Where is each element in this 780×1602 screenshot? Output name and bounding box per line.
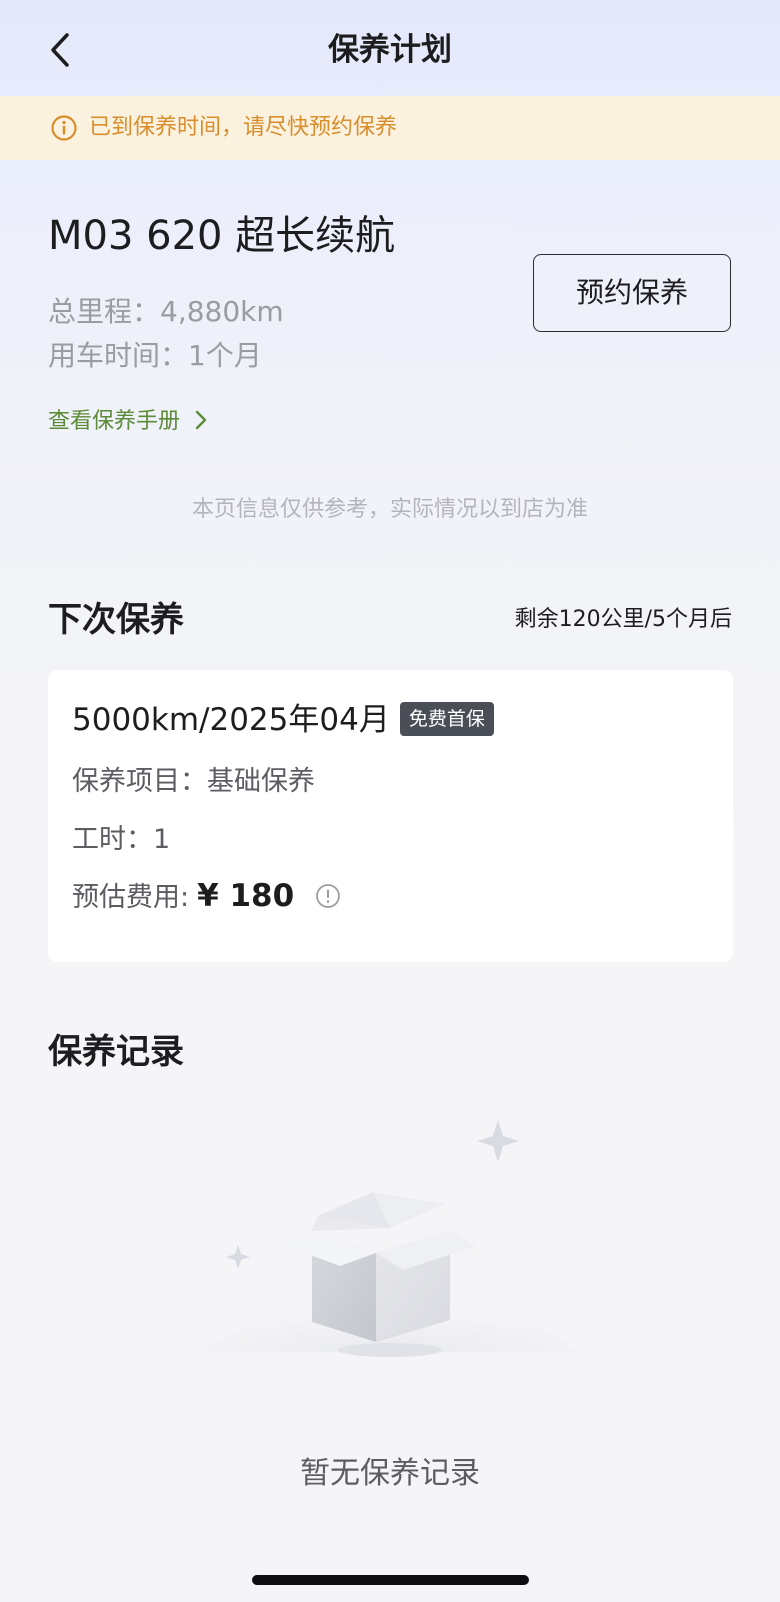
next-maintenance-card: 5000km/2025年04月 免费首保 保养项目：基础保养 工时：1 预估费用:…: [48, 670, 733, 962]
view-manual-link[interactable]: 查看保养手册: [48, 404, 209, 440]
next-maintenance-remaining: 剩余120公里/5个月后: [514, 607, 732, 632]
info-circle-icon: [51, 115, 77, 141]
vehicle-model: M03 620 超长续航: [48, 213, 396, 259]
page-title: 保养计划: [328, 32, 452, 68]
labor-hours: 工时：1: [72, 824, 171, 855]
estimated-cost: 预估费用: ¥ 180: [72, 876, 341, 918]
home-indicator[interactable]: [252, 1575, 529, 1585]
free-first-maintenance-badge: 免费首保: [399, 701, 494, 736]
empty-box-icon: [200, 1120, 580, 1357]
next-maintenance-plan-text: 5000km/2025年04月: [72, 702, 390, 738]
chevron-right-icon: [195, 410, 207, 430]
notice-text: 已到保养时间，请尽快预约保养: [89, 115, 398, 140]
empty-records-text: 暂无保养记录: [300, 1456, 480, 1491]
estimated-cost-value: ¥ 180: [197, 878, 295, 914]
view-manual-label: 查看保养手册: [48, 409, 181, 434]
maintenance-records-title: 保养记录: [48, 1032, 184, 1072]
next-maintenance-plan: 5000km/2025年04月 免费首保: [72, 698, 494, 742]
book-maintenance-button[interactable]: 预约保养: [533, 254, 731, 332]
notice-bar: 已到保养时间，请尽快预约保养: [0, 96, 780, 160]
nav-bar: 保养计划: [0, 0, 780, 96]
total-mileage: 总里程：4,880km: [48, 295, 284, 328]
exclamation-circle-icon[interactable]: [315, 883, 341, 909]
usage-time: 用车时间：1个月: [48, 339, 262, 372]
next-maintenance-title: 下次保养: [48, 600, 184, 640]
maintenance-items: 保养项目：基础保养: [72, 766, 315, 797]
estimated-cost-label: 预估费用:: [72, 882, 190, 913]
disclaimer-text: 本页信息仅供参考，实际情况以到店为准: [191, 497, 588, 522]
